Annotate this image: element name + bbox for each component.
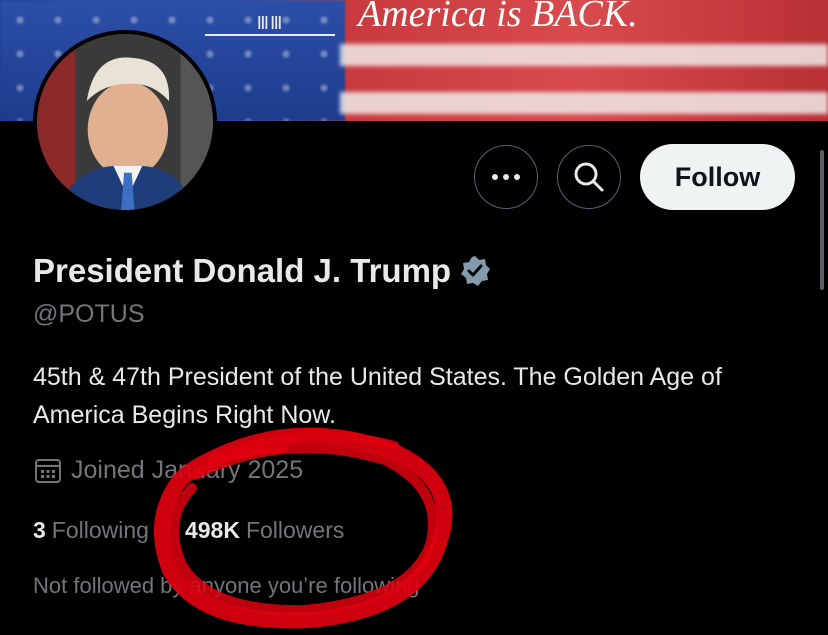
name-row: President Donald J. Trump (33, 252, 491, 290)
mutual-followers-note: Not followed by anyone you’re following (33, 573, 420, 598)
following-label: Following (51, 517, 149, 543)
banner-stripe (340, 44, 828, 66)
following-link[interactable]: 3 Following (33, 517, 149, 544)
calendar-icon (35, 459, 61, 483)
search-icon (574, 162, 604, 192)
banner-stripe (340, 92, 828, 114)
handle: @POTUS (33, 300, 145, 328)
scrollbar[interactable] (820, 150, 824, 290)
bio: 45th & 47th President of the United Stat… (33, 363, 722, 429)
joined-text: Joined January 2025 (71, 455, 304, 484)
avatar[interactable] (33, 30, 217, 214)
following-count: 3 (33, 517, 46, 543)
more-icon (492, 174, 520, 180)
followers-link[interactable]: 498K Followers (185, 517, 344, 544)
followers-label: Followers (245, 517, 345, 543)
follow-counts: 3 Following 498K Followers (33, 517, 380, 544)
verified-badge-icon[interactable] (459, 255, 491, 287)
white-house-logo: ⅢⅢ (205, 2, 335, 36)
more-button[interactable] (474, 145, 538, 209)
followers-count: 498K (184, 517, 240, 543)
search-button[interactable] (557, 145, 621, 209)
display-name: President Donald J. Trump (33, 252, 452, 289)
banner-slogan: America is BACK. (358, 0, 638, 35)
joined-date: Joined January 2025 (33, 455, 303, 485)
follow-button[interactable]: Follow (640, 144, 795, 210)
avatar-portrait (37, 34, 213, 210)
